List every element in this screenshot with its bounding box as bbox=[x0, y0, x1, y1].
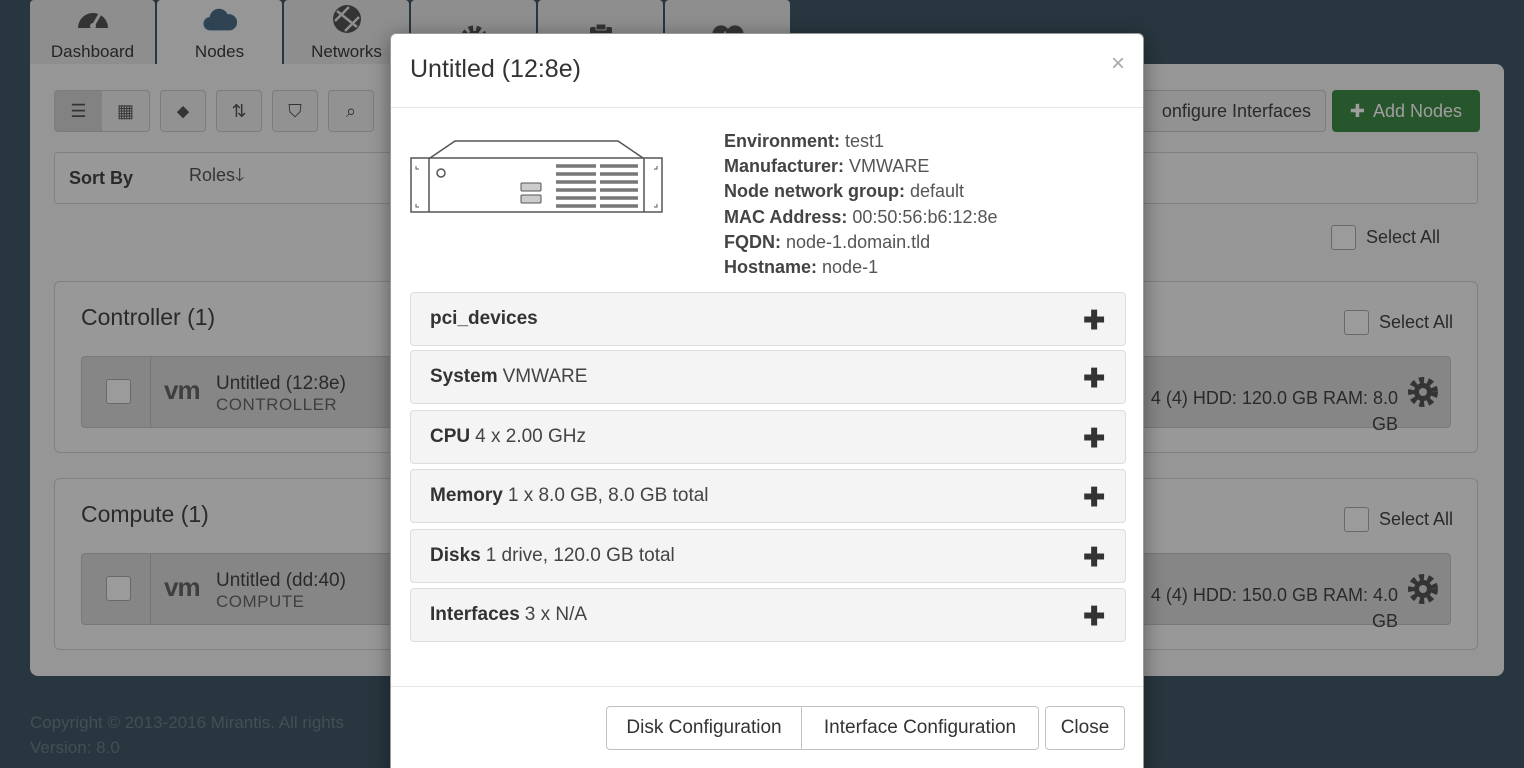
prop-manufacturer: Manufacturer: VMWARE bbox=[724, 156, 930, 177]
dialog-title: Untitled (12:8e) bbox=[410, 55, 581, 83]
expand-plus-icon[interactable]: ✚ bbox=[1083, 601, 1105, 632]
node-properties: Environment: test1 Manufacturer: VMWARE … bbox=[724, 129, 998, 280]
expand-plus-icon[interactable]: ✚ bbox=[1083, 363, 1105, 394]
section-memory[interactable]: Memory 1 x 8.0 GB, 8.0 GB total ✚ bbox=[410, 469, 1126, 523]
section-pci-devices[interactable]: pci_devices ✚ bbox=[410, 292, 1126, 346]
prop-network-group: Node network group: default bbox=[724, 181, 965, 202]
section-interfaces[interactable]: Interfaces 3 x N/A ✚ bbox=[410, 588, 1126, 642]
disk-configuration-button[interactable]: Disk Configuration bbox=[606, 706, 802, 750]
interface-configuration-button[interactable]: Interface Configuration bbox=[801, 706, 1039, 750]
server-icon bbox=[410, 140, 663, 213]
expand-plus-icon[interactable]: ✚ bbox=[1083, 482, 1105, 513]
prop-environment: Environment: test1 bbox=[724, 131, 885, 151]
prop-mac-address: MAC Address: 00:50:56:b6:12:8e bbox=[724, 206, 998, 227]
expand-plus-icon[interactable]: ✚ bbox=[1083, 542, 1105, 573]
expand-plus-icon[interactable]: ✚ bbox=[1083, 305, 1105, 336]
node-details-dialog: Untitled (12:8e) × Environment: test1 Ma… bbox=[390, 33, 1144, 768]
close-button[interactable]: Close bbox=[1045, 706, 1125, 750]
prop-fqdn: FQDN: node-1.domain.tld bbox=[724, 231, 931, 252]
dialog-footer: Disk Configuration Interface Configurati… bbox=[391, 686, 1143, 768]
close-icon[interactable]: × bbox=[1111, 50, 1125, 78]
dialog-header: Untitled (12:8e) × bbox=[391, 34, 1143, 108]
prop-hostname: Hostname: node-1 bbox=[724, 257, 879, 278]
section-cpu[interactable]: CPU 4 x 2.00 GHz ✚ bbox=[410, 410, 1126, 464]
section-system[interactable]: System VMWARE ✚ bbox=[410, 350, 1126, 404]
expand-plus-icon[interactable]: ✚ bbox=[1083, 423, 1105, 454]
section-disks[interactable]: Disks 1 drive, 120.0 GB total ✚ bbox=[410, 529, 1126, 583]
